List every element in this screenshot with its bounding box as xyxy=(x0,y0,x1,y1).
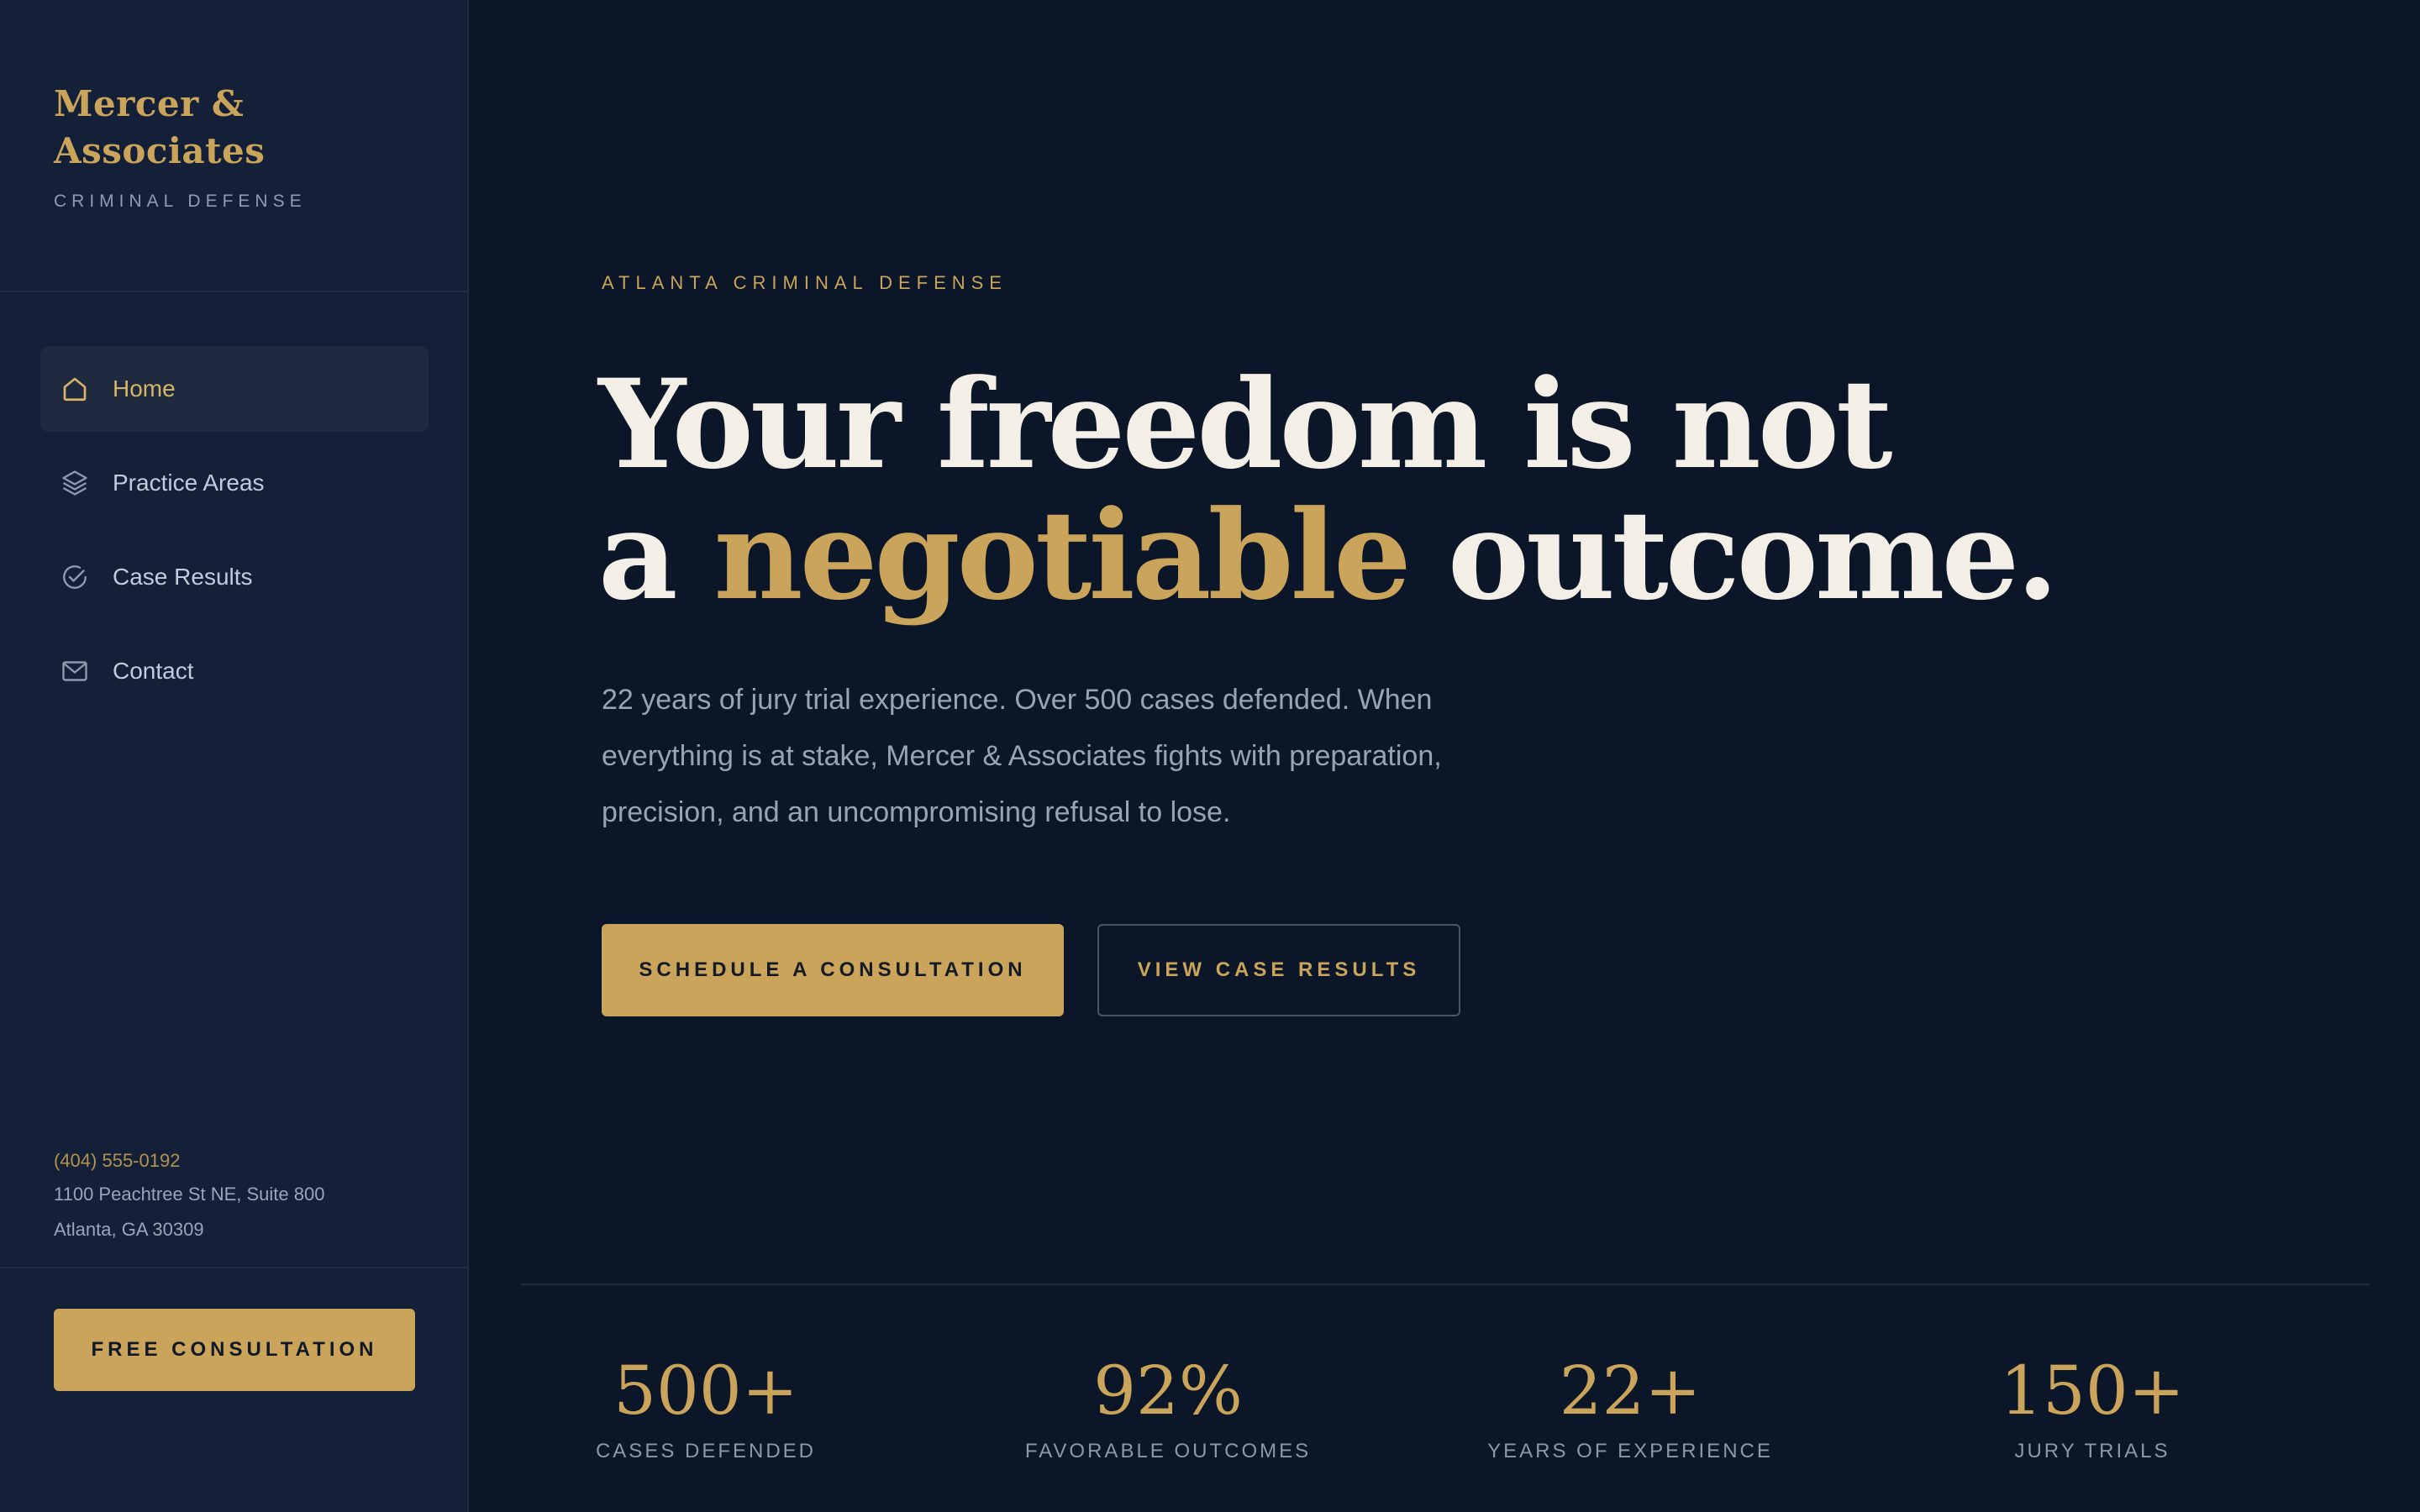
sidebar-item-contact[interactable]: Contact xyxy=(40,628,429,714)
contact-info: (404) 555-0192 1100 Peachtree St NE, Sui… xyxy=(54,1146,424,1247)
sidebar-item-label: Case Results xyxy=(113,564,253,590)
stat-cases-defended: 500+ CASES DEFENDED xyxy=(521,1352,891,1463)
brand-name-line1: Mercer & xyxy=(54,83,245,124)
sidebar-divider xyxy=(0,291,469,292)
headline-line-2: a negotiable outcome. xyxy=(598,491,2195,622)
stat-label: FAVORABLE OUTCOMES xyxy=(1024,1440,1312,1462)
sidebar-item-label: Home xyxy=(113,375,176,402)
hero-cta-row: SCHEDULE A CONSULTATION VIEW CASE RESULT… xyxy=(602,924,1460,1016)
sidebar-nav: Home Practice Areas Case Results Contact xyxy=(40,346,429,722)
address-line-1: 1100 Peachtree St NE, Suite 800 xyxy=(54,1184,325,1205)
mail-icon xyxy=(59,655,91,687)
home-icon xyxy=(59,373,91,405)
stat-value: 92% xyxy=(1093,1352,1243,1430)
brand[interactable]: Mercer & Associates CRIMINAL DEFENSE xyxy=(54,81,424,212)
brand-name: Mercer & Associates xyxy=(54,81,424,175)
stats-row: 500+ CASES DEFENDED 92% FAVORABLE OUTCOM… xyxy=(521,1352,2370,1495)
hero-description: 22 years of jury trial experience. Over … xyxy=(602,684,1442,828)
headline-end: outcome. xyxy=(1447,484,2059,627)
stat-label: YEARS OF EXPERIENCE xyxy=(1487,1440,1773,1462)
layers-icon xyxy=(59,467,91,499)
hero-eyebrow: ATLANTA CRIMINAL DEFENSE xyxy=(602,272,1007,293)
stat-jury-trials: 150+ JURY TRIALS xyxy=(1907,1352,2277,1463)
hero-headline: Your freedom is not a negotiable outcome… xyxy=(598,360,2195,622)
schedule-consultation-button[interactable]: SCHEDULE A CONSULTATION xyxy=(602,924,1064,1016)
stat-value: 22+ xyxy=(1559,1352,1702,1430)
sidebar-item-label: Contact xyxy=(113,658,194,684)
stat-years-experience: 22+ YEARS OF EXPERIENCE xyxy=(1445,1352,1815,1463)
stat-value: 150+ xyxy=(2000,1352,2185,1430)
sidebar-item-label: Practice Areas xyxy=(113,470,265,496)
headline-line-1: Your freedom is not xyxy=(598,353,1893,496)
sidebar-divider-bottom xyxy=(0,1267,469,1268)
stat-favorable-outcomes: 92% FAVORABLE OUTCOMES xyxy=(983,1352,1353,1463)
headline-word-a: a xyxy=(598,484,678,627)
app-root: Mercer & Associates CRIMINAL DEFENSE Hom… xyxy=(0,0,2420,1512)
sidebar-item-home[interactable]: Home xyxy=(40,346,429,432)
stat-value: 500+ xyxy=(613,1352,798,1430)
sidebar: Mercer & Associates CRIMINAL DEFENSE Hom… xyxy=(0,0,469,1512)
view-case-results-button[interactable]: VIEW CASE RESULTS xyxy=(1097,924,1460,1016)
stats-divider xyxy=(521,1284,2370,1285)
stat-label: JURY TRIALS xyxy=(2014,1440,2170,1462)
phone-link[interactable]: (404) 555-0192 xyxy=(54,1146,424,1176)
check-circle-icon xyxy=(59,561,91,593)
sidebar-item-case-results[interactable]: Case Results xyxy=(40,534,429,620)
stat-label: CASES DEFENDED xyxy=(595,1440,817,1462)
address-line-2: Atlanta, GA 30309 xyxy=(54,1219,204,1240)
sidebar-item-practice-areas[interactable]: Practice Areas xyxy=(40,440,429,526)
brand-tagline: CRIMINAL DEFENSE xyxy=(54,192,307,211)
brand-name-line2: Associates xyxy=(54,130,266,171)
free-consultation-button[interactable]: FREE CONSULTATION xyxy=(54,1309,415,1391)
headline-highlight: negotiable xyxy=(713,484,1411,627)
